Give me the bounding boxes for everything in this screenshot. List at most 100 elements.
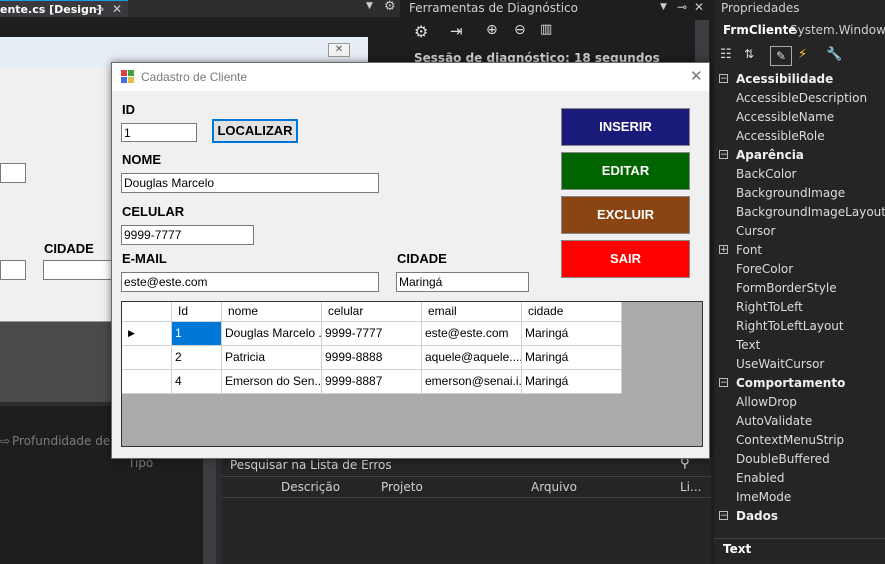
property-row[interactable]: FormBorderStyle (714, 279, 885, 298)
property-row[interactable]: ImeMode (714, 488, 885, 507)
grid-cell[interactable]: 9999-7777 (322, 322, 422, 346)
property-row[interactable]: − Dados (714, 507, 885, 526)
property-row[interactable]: ForeColor (714, 260, 885, 279)
zoom-out-icon[interactable]: ⊖ (514, 22, 526, 38)
properties-icon[interactable]: ✎ (770, 46, 792, 66)
close-tab-icon[interactable]: ✕ (112, 1, 122, 17)
events-icon[interactable]: ⚡ (798, 47, 807, 62)
collapse-icon[interactable]: − (719, 150, 728, 160)
grid-corner[interactable] (122, 302, 172, 322)
diagnostics-title: Ferramentas de Diagnóstico (409, 1, 578, 15)
property-row[interactable]: DoubleBuffered (714, 450, 885, 469)
chart-icon[interactable]: ▥ (540, 22, 552, 37)
scroll-strip[interactable] (203, 458, 216, 564)
diagnostics-dropdown-icon[interactable]: ▼ (660, 2, 667, 12)
grid-row-header[interactable]: ▶ (122, 322, 172, 346)
property-row[interactable]: − Acessibilidade (714, 70, 885, 89)
grid-cell[interactable]: Maringá (522, 370, 622, 394)
design-input-3 (43, 260, 113, 280)
property-label: Cursor (736, 224, 776, 238)
clientes-grid[interactable]: Id nome celular email cidade ▶ 1 Douglas Marcel… (121, 301, 703, 447)
properties-title: Propriedades (721, 1, 800, 15)
zoom-in-icon[interactable]: ⊕ (486, 22, 498, 38)
design-form-close-icon[interactable]: ✕ (328, 43, 350, 57)
id-field[interactable]: 1 (121, 123, 197, 142)
cidade-field[interactable]: Maringá (396, 272, 529, 292)
diagnostics-pin-icon[interactable]: ⊸ (677, 0, 687, 14)
property-row[interactable]: ContextMenuStrip (714, 431, 885, 450)
diagnostics-export-icon[interactable]: ⇥ (450, 22, 463, 40)
grid-cell[interactable]: Douglas Marcelo ... (222, 322, 322, 346)
property-row[interactable]: RightToLeft (714, 298, 885, 317)
property-row[interactable]: UseWaitCursor (714, 355, 885, 374)
property-row[interactable]: Cursor (714, 222, 885, 241)
property-row[interactable]: BackColor (714, 165, 885, 184)
grid-column-header[interactable]: email (422, 302, 522, 322)
grid-cell[interactable]: 4 (172, 370, 222, 394)
property-row[interactable]: Text (714, 336, 885, 355)
grid-cell[interactable]: Maringá (522, 322, 622, 346)
grid-column-header[interactable]: nome (222, 302, 322, 322)
error-search-input[interactable]: Pesquisar na Lista de Erros (230, 458, 392, 472)
grid-cell[interactable]: 1 (172, 322, 222, 346)
collapse-icon[interactable]: − (719, 378, 728, 388)
nome-field[interactable]: Douglas Marcelo (121, 173, 379, 193)
excluir-button[interactable]: EXCLUIR (561, 196, 690, 234)
collapse-icon[interactable]: − (719, 74, 728, 84)
property-row[interactable]: RightToLeftLayout (714, 317, 885, 336)
property-row[interactable]: − Comportamento (714, 374, 885, 393)
email-field[interactable]: este@este.com (121, 272, 379, 292)
property-row[interactable]: AccessibleDescription (714, 89, 885, 108)
grid-cell[interactable]: aquele@aquele.... (422, 346, 522, 370)
property-row[interactable]: BackgroundImageLayout (714, 203, 885, 222)
grid-cell[interactable]: Emerson do Sen... (222, 370, 322, 394)
error-col-arquivo[interactable]: Arquivo (531, 480, 577, 494)
collapse-icon[interactable]: − (719, 511, 728, 521)
designer-dropdown-icon[interactable]: ▼ (366, 1, 373, 11)
categorized-icon[interactable]: ☷ (720, 47, 732, 62)
grid-cell[interactable]: 2 (172, 346, 222, 370)
grid-cell[interactable]: emerson@senai.i... (422, 370, 522, 394)
grid-row-header[interactable] (122, 370, 172, 394)
property-row[interactable]: AutoValidate (714, 412, 885, 431)
inserir-button[interactable]: INSERIR (561, 108, 690, 146)
pin-icon[interactable]: ⊸ (94, 1, 104, 17)
alphabetical-icon[interactable]: ⇅ (744, 47, 754, 61)
error-col-descricao[interactable]: Descrição (281, 480, 340, 494)
designer-tab[interactable]: ente.cs [Design] ⊸ ✕ (0, 0, 128, 17)
grid-cell[interactable]: 9999-8887 (322, 370, 422, 394)
property-label: ContextMenuStrip (736, 433, 845, 447)
diagnostics-close-icon[interactable]: ✕ (694, 0, 704, 14)
localizar-button[interactable]: LOCALIZAR (212, 119, 298, 143)
diagnostics-settings-icon[interactable]: ⚙ (414, 22, 428, 41)
dialog-title: Cadastro de Cliente (141, 70, 248, 84)
property-pages-icon[interactable]: 🔧 (826, 47, 842, 62)
property-row[interactable]: AccessibleName (714, 108, 885, 127)
grid-cell[interactable]: 9999-8888 (322, 346, 422, 370)
property-label: RightToLeftLayout (736, 319, 844, 333)
celular-field[interactable]: 9999-7777 (121, 225, 254, 245)
grid-row-header[interactable] (122, 346, 172, 370)
property-row[interactable]: BackgroundImage (714, 184, 885, 203)
grid-column-header[interactable]: cidade (522, 302, 622, 322)
grid-column-header[interactable]: Id (172, 302, 222, 322)
property-label: Text (736, 338, 761, 352)
grid-column-header[interactable]: celular (322, 302, 422, 322)
property-row[interactable]: − Aparência (714, 146, 885, 165)
error-col-linha[interactable]: Li... (680, 480, 701, 494)
expand-icon[interactable]: + (719, 245, 728, 255)
property-row[interactable]: AccessibleRole (714, 127, 885, 146)
grid-cell[interactable]: Patricia (222, 346, 322, 370)
grid-cell[interactable]: este@este.com (422, 322, 522, 346)
editar-button[interactable]: EDITAR (561, 152, 690, 190)
grid-cell[interactable]: Maringá (522, 346, 622, 370)
property-row[interactable]: Enabled (714, 469, 885, 488)
app-icon (121, 70, 134, 83)
sair-button[interactable]: SAIR (561, 240, 690, 278)
error-col-projeto[interactable]: Projeto (381, 480, 423, 494)
close-icon[interactable]: ✕ (690, 67, 703, 85)
designer-settings-icon[interactable]: ⚙ (384, 0, 396, 14)
property-row[interactable]: + Font (714, 241, 885, 260)
property-label: BackgroundImageLayout (736, 205, 885, 219)
property-row[interactable]: AllowDrop (714, 393, 885, 412)
